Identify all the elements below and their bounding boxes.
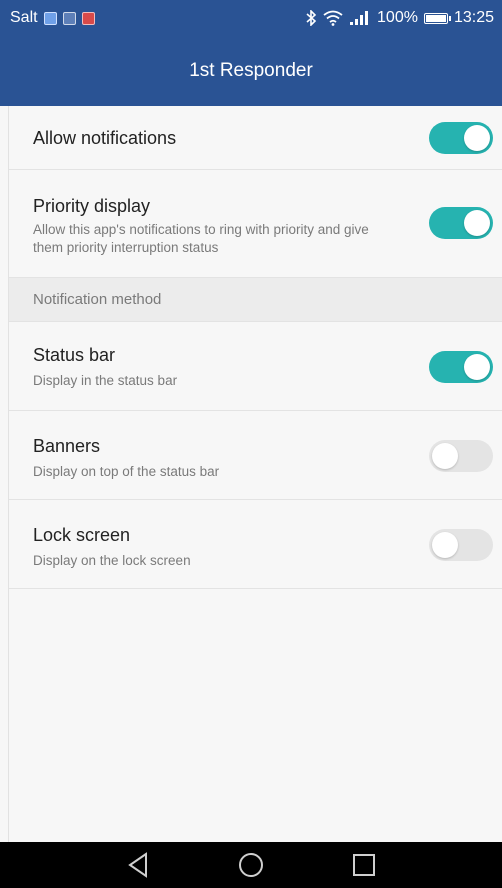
lock-screen-description: Display on the lock screen [33, 553, 191, 568]
lock-screen-label: Lock screen [33, 525, 131, 545]
priority-display-description: Allow this app's notifications to ring w… [33, 222, 369, 255]
toggle-knob [464, 210, 490, 236]
settings-list: Allow notifications Priority display All… [8, 106, 502, 842]
status-bar-right: 100% 13:25 [305, 9, 494, 27]
toggle-knob [432, 532, 458, 558]
status-bar: Salt 100% 13:25 [0, 0, 502, 36]
allow-notifications-row[interactable]: Allow notifications [9, 106, 502, 170]
battery-percent: 100% [377, 9, 418, 26]
status-bar-left: Salt [10, 9, 95, 27]
carrier-label: Salt [10, 9, 38, 26]
warning-icon [81, 11, 95, 25]
status-bar-description: Display in the status bar [33, 373, 178, 388]
navigation-bar [0, 842, 502, 888]
battery-icon [423, 12, 451, 24]
toggle-knob [432, 443, 458, 469]
image-icon [43, 11, 57, 25]
bluetooth-icon [306, 10, 317, 26]
priority-display-label: Priority display [33, 196, 151, 216]
app-bar: 1st Responder [0, 36, 502, 106]
recents-icon[interactable] [352, 853, 376, 877]
banners-toggle[interactable] [429, 440, 493, 472]
section-header-label: Notification method [33, 291, 162, 308]
status-bar-label: Status bar [33, 345, 116, 365]
toggle-knob [464, 125, 490, 151]
signal-icon [350, 11, 369, 25]
priority-display-row[interactable]: Priority display Allow this app's notifi… [9, 170, 502, 278]
banners-description: Display on top of the status bar [33, 464, 220, 479]
allow-notifications-toggle[interactable] [429, 122, 493, 154]
status-bar-row[interactable]: Status bar Display in the status bar [9, 322, 502, 411]
home-icon[interactable] [238, 852, 264, 878]
toggle-knob [464, 354, 490, 380]
status-bar-toggle[interactable] [429, 351, 493, 383]
lock-screen-row[interactable]: Lock screen Display on the lock screen [9, 500, 502, 589]
allow-notifications-label: Allow notifications [33, 128, 177, 148]
banners-label: Banners [33, 436, 101, 456]
gallery-icon [62, 11, 76, 25]
section-header: Notification method [9, 278, 502, 322]
banners-row[interactable]: Banners Display on top of the status bar [9, 411, 502, 500]
priority-display-toggle[interactable] [429, 207, 493, 239]
page-title: 1st Responder [189, 60, 313, 81]
clock: 13:25 [453, 9, 494, 26]
back-icon[interactable] [126, 852, 150, 878]
wifi-icon [323, 10, 343, 26]
lock-screen-toggle[interactable] [429, 529, 493, 561]
